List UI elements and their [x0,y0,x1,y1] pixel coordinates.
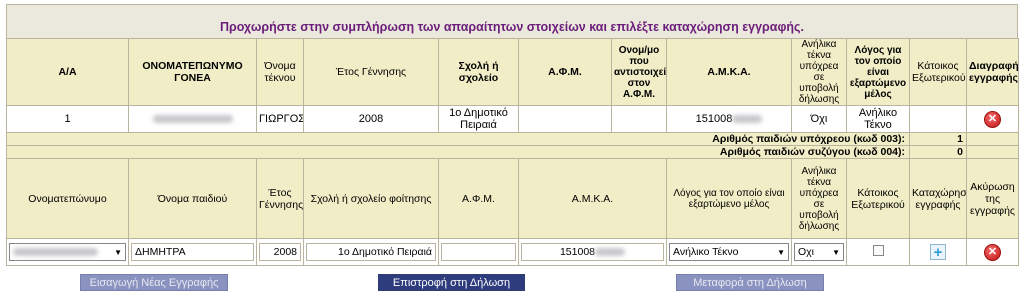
instruction-banner: Προχωρήστε στην συμπλήρωση των απαραίτητ… [6,4,1018,38]
col-child-name: Όνομα τέκνου [256,38,304,106]
cell-delete: ✕ [966,105,1019,133]
cell-reason: Ανήλικο Τέκνο [846,105,910,133]
cell-full-name: ▼ [6,238,129,266]
table-header-row: Α/Α ΟΝΟΜΑΤΕΠΩΝΥΜΟ ΓΟΝΕΑ Όνομα τέκνου Έτο… [6,38,1019,106]
total-label: Αριθμός παιδιών υπόχρεου (κωδ 003): [6,132,910,146]
full-name-select[interactable]: ▼ [9,243,126,261]
cell-birth-year: 2008 [303,105,439,133]
cell-school-input: 1ο Δημοτικό Πειραιά [303,238,439,266]
form-col-child-name: Όνομα παιδιού [128,158,257,239]
cell-minor-select: Οχι ▼ [791,238,847,266]
amka-input[interactable]: 151008 [521,243,664,261]
col-birth-year: Έτος Γέννησης [303,38,439,106]
form-header-row: Ονοματεπώνυμο Όνομα παιδιού Έτος Γέννηση… [6,158,1019,239]
form-col-minor-in-declaration: Ανήλικα τέκνα υπόχρεα σε υποβολή δήλωσης [791,158,847,239]
amka-value: 151008 [695,113,733,125]
cell-child-name: ΓΙΩΡΓΟΣ [256,105,304,133]
chevron-down-icon: ▼ [777,247,785,257]
form-col-abroad: Κάτοικος Εξωτερικού [846,158,910,239]
birth-year-input[interactable]: 2008 [259,243,301,261]
redacted-text [732,115,763,124]
form-col-school: Σχολή ή σχολείο φοίτησης [303,158,439,239]
new-entry-button[interactable]: Εισαγωγή Νέας Εγγραφής [80,274,228,291]
school-input[interactable]: 1ο Δημοτικό Πειραιά [306,243,436,261]
child-name-input[interactable]: ΔΗΜΗΤΡΑ [131,243,254,261]
form-col-birth-year: Έτος Γέννησης [256,158,304,239]
chevron-down-icon: ▼ [832,247,840,257]
form-col-register: Καταχώρηση εγγραφής [909,158,967,239]
total-value: 1 [909,132,967,146]
minor-in-declaration-select[interactable]: Οχι ▼ [794,243,844,261]
col-afm: Α.Φ.Μ. [518,38,612,106]
minor-value: Οχι [798,246,815,258]
cell-reason-select: Ανήλικο Τέκνο ▼ [666,238,792,266]
total-row-obligor: Αριθμός παιδιών υπόχρεου (κωδ 003): 1 [6,132,1019,146]
cell-parent-name [128,105,257,133]
table-row: 1 ΓΙΩΡΓΟΣ 2008 1ο Δημοτικό Πειραιά 15100… [6,105,1019,133]
cell-abroad-checkbox [846,238,910,266]
col-reason: Λόγος για τον οποίο είναι εξαρτώμενο μέλ… [846,38,910,106]
total-label: Αριθμός παιδιών συζύγου (κωδ 004): [6,145,910,159]
form-col-reason: Λόγος για τον οποίο είναι εξαρτώμενο μέλ… [666,158,792,239]
amka-value: 151008 [559,246,596,258]
cell-amka: 151008 [666,105,792,133]
total-spacer [966,132,1019,146]
cell-child-name-input: ΔΗΜΗΤΡΑ [128,238,257,266]
reason-value: Ανήλικο Τέκνο [673,246,739,258]
col-delete: Διαγραφή εγγραφής [966,38,1019,106]
form-col-afm: Α.Φ.Μ. [438,158,519,239]
col-aa: Α/Α [6,38,129,106]
cell-cancel: ✕ [966,238,1019,266]
cell-school: 1ο Δημοτικό Πειραιά [438,105,519,133]
col-parent-name: ΟΝΟΜΑΤΕΠΩΝΥΜΟ ΓΟΝΕΑ [128,38,257,106]
col-abroad: Κάτοικος Εξωτερικού [909,38,967,106]
cell-abroad [909,105,967,133]
cell-amka-input: 151008 [518,238,667,266]
chevron-down-icon: ▼ [114,247,122,257]
instruction-text: Προχωρήστε στην συμπλήρωση των απαραίτητ… [219,20,805,34]
reason-select[interactable]: Ανήλικο Τέκνο ▼ [669,243,789,261]
form-col-amka: Α.Μ.Κ.Α. [518,158,667,239]
col-corresponding-name: Ονομ/μο που αντιστοιχεί στον Α.Φ.Μ. [611,38,667,106]
total-value: 0 [909,145,967,159]
cell-minor-in-declaration: Όχι [791,105,847,133]
col-school: Σχολή ή σχολείο [438,38,519,106]
total-row-spouse: Αριθμός παιδιών συζύγου (κωδ 004): 0 [6,145,1019,159]
redacted-text [152,115,233,124]
cell-afm-input [438,238,519,266]
col-amka: Α.Μ.Κ.Α. [666,38,792,106]
delete-icon[interactable]: ✕ [984,110,1001,128]
redacted-text [13,248,98,256]
total-spacer [966,145,1019,159]
redacted-text [595,248,626,256]
abroad-checkbox[interactable] [872,245,884,256]
form-col-full-name: Ονοματεπώνυμο [6,158,129,239]
form-col-cancel: Ακύρωση της εγγραφής [966,158,1019,239]
transfer-to-declaration-button[interactable]: Μεταφορά στη Δήλωση [676,274,824,291]
add-icon[interactable]: + [930,244,946,260]
col-minor-in-declaration: Ανήλικα τέκνα υπόχρεα σε υποβολή δήλωσης [791,38,847,106]
dependents-form: Προχωρήστε στην συμπλήρωση των απαραίτητ… [6,4,1019,266]
afm-input[interactable] [441,243,516,261]
cell-register: + [909,238,967,266]
action-bar: Εισαγωγή Νέας Εγγραφής Επιστροφή στη Δήλ… [0,274,1024,292]
cell-aa: 1 [6,105,129,133]
delete-icon[interactable]: ✕ [984,243,1001,261]
dependents-table: Α/Α ΟΝΟΜΑΤΕΠΩΝΥΜΟ ΓΟΝΕΑ Όνομα τέκνου Έτο… [6,38,1019,266]
form-input-row: ▼ ΔΗΜΗΤΡΑ 2008 1ο Δημοτικό Πειραιά 15100… [6,238,1019,266]
cell-afm [518,105,612,133]
cell-corresponding-name [611,105,667,133]
cell-birth-year-input: 2008 [256,238,304,266]
back-to-declaration-button[interactable]: Επιστροφή στη Δήλωση [378,274,525,291]
